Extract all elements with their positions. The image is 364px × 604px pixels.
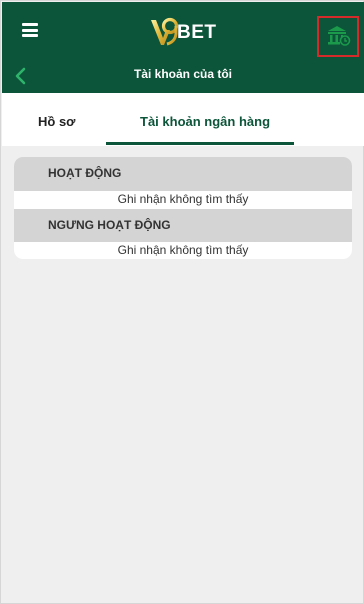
section-inactive-title: NGƯNG HOẠT ĐỘNG	[48, 218, 171, 232]
tab-bar: Hồ sơ Tài khoản ngân hàng	[2, 93, 364, 146]
section-active-title: HOẠT ĐỘNG	[48, 166, 122, 180]
logo[interactable]: BET	[150, 16, 230, 48]
top-bar: BET	[2, 2, 364, 58]
app-frame: BET Tài khoản của tôi Hồ sơ Tài khoản ng…	[0, 0, 364, 604]
bank-accounts-card: HOẠT ĐỘNG Ghi nhận không tìm thấy NGƯNG …	[14, 157, 352, 259]
tab-profile[interactable]: Hồ sơ	[38, 114, 75, 129]
active-tab-indicator	[106, 142, 294, 145]
brand-text: BET	[177, 22, 217, 43]
hamburger-icon[interactable]	[22, 23, 38, 37]
page-title: Tài khoản của tôi	[133, 67, 232, 81]
bank-button[interactable]	[317, 16, 359, 57]
section-active-header: HOẠT ĐỘNG	[14, 157, 352, 191]
bank-icon	[328, 26, 351, 46]
sub-header: Tài khoản của tôi	[2, 58, 364, 93]
tab-bank-account[interactable]: Tài khoản ngân hàng	[140, 114, 270, 129]
empty-message-active: Ghi nhận không tìm thấy	[117, 192, 249, 206]
empty-message-inactive: Ghi nhận không tìm thấy	[117, 243, 249, 257]
section-inactive-header: NGƯNG HOẠT ĐỘNG	[14, 209, 352, 242]
logo-mark-icon	[151, 17, 178, 46]
